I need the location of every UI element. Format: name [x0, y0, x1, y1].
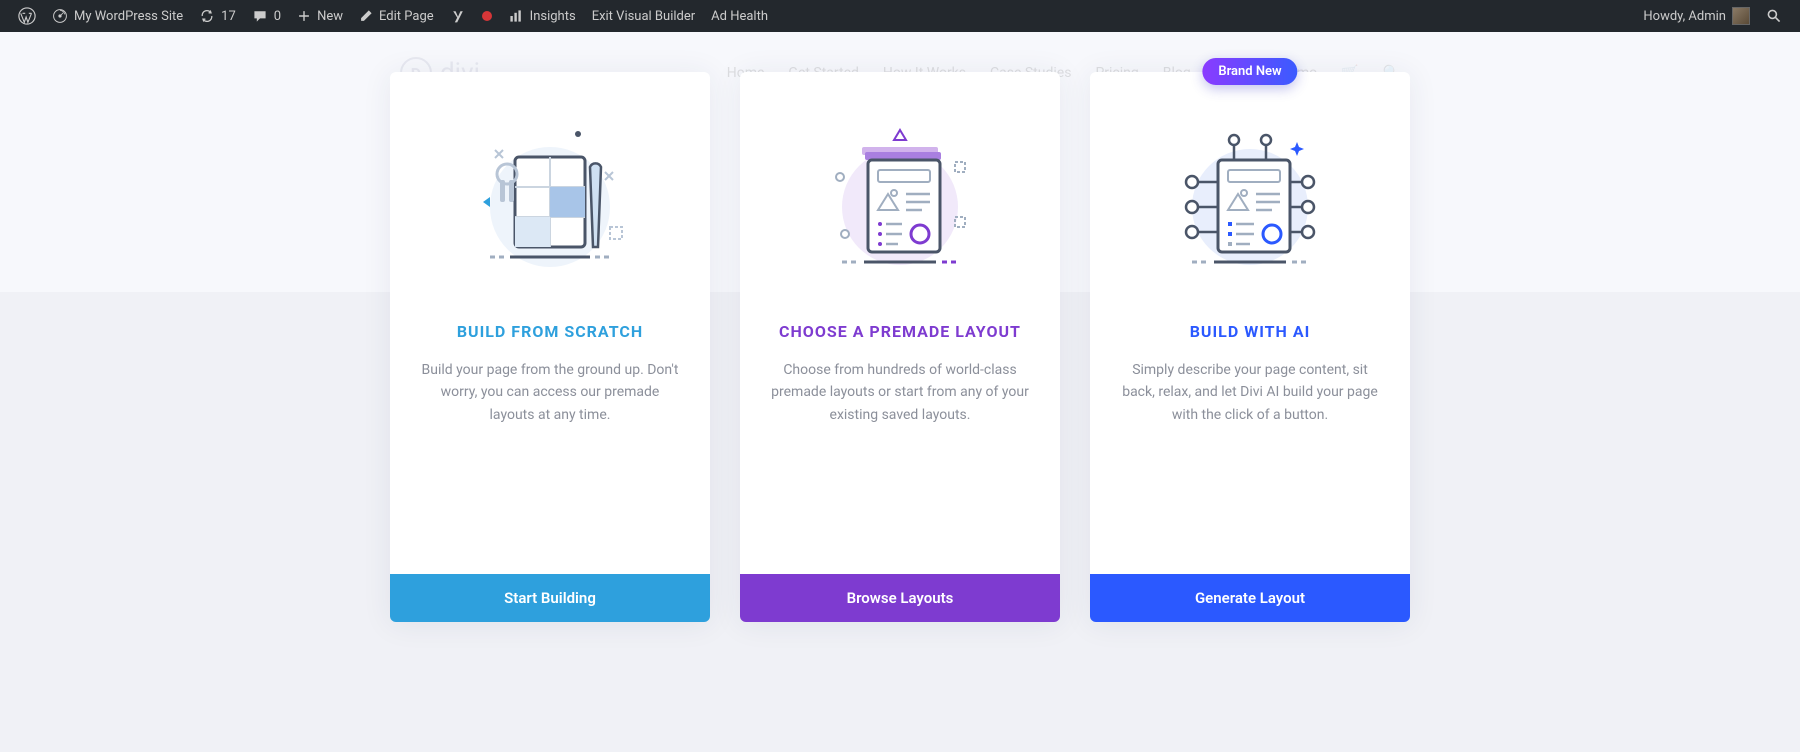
admin-bar-right: Howdy, Admin	[1635, 0, 1790, 32]
browse-layouts-button[interactable]: Browse Layouts	[740, 574, 1060, 622]
button-label: Start Building	[504, 589, 596, 607]
dashboard-icon	[52, 8, 68, 24]
insights-link[interactable]: Insights	[500, 0, 584, 32]
site-name-link[interactable]: My WordPress Site	[44, 0, 191, 32]
new-label: New	[317, 9, 343, 24]
card-description: Simply describe your page content, sit b…	[1120, 359, 1380, 426]
ad-health-link[interactable]: Ad Health	[703, 0, 776, 32]
card-body: BUILD WITH AI Simply describe your page …	[1090, 72, 1410, 574]
card-body: BUILD FROM SCRATCH Build your page from …	[390, 72, 710, 574]
pencil-icon	[359, 9, 373, 23]
card-build-from-scratch: BUILD FROM SCRATCH Build your page from …	[390, 72, 710, 622]
wp-admin-bar: My WordPress Site 17 0 New Edit Page	[0, 0, 1800, 32]
scratch-illustration	[420, 112, 680, 292]
edit-page-link[interactable]: Edit Page	[351, 0, 442, 32]
ai-illustration	[1120, 112, 1380, 292]
start-building-button[interactable]: Start Building	[390, 574, 710, 622]
badge-label: Brand New	[1218, 64, 1281, 79]
page-content: D divi Home Get Started How It Works Cas…	[0, 32, 1800, 752]
button-label: Generate Layout	[1195, 589, 1305, 607]
card-description: Build your page from the ground up. Don'…	[420, 359, 680, 426]
yoast-icon	[450, 8, 466, 24]
updates-link[interactable]: 17	[191, 0, 244, 32]
button-label: Browse Layouts	[847, 589, 954, 607]
card-title: BUILD WITH AI	[1120, 322, 1380, 341]
new-content-link[interactable]: New	[289, 0, 351, 32]
howdy-label: Howdy, Admin	[1643, 9, 1726, 24]
card-title: CHOOSE A PREMADE LAYOUT	[770, 322, 1030, 341]
insights-label: Insights	[530, 9, 576, 24]
generate-layout-button[interactable]: Generate Layout	[1090, 574, 1410, 622]
avatar-icon	[1732, 7, 1750, 25]
card-premade-layout: CHOOSE A PREMADE LAYOUT Choose from hund…	[740, 72, 1060, 622]
brand-new-badge: Brand New	[1202, 58, 1297, 85]
comment-icon	[252, 8, 268, 24]
howdy-account[interactable]: Howdy, Admin	[1635, 0, 1758, 32]
wordpress-icon	[18, 7, 36, 25]
site-name-text: My WordPress Site	[74, 9, 183, 24]
red-dot-icon	[482, 11, 492, 21]
record-indicator[interactable]	[474, 0, 500, 32]
updates-count: 17	[221, 9, 236, 24]
card-body: CHOOSE A PREMADE LAYOUT Choose from hund…	[740, 72, 1060, 574]
card-build-with-ai: Brand New	[1090, 72, 1410, 622]
search-icon	[1766, 8, 1782, 24]
option-cards: BUILD FROM SCRATCH Build your page from …	[370, 72, 1430, 622]
wp-logo[interactable]	[10, 0, 44, 32]
bar-chart-icon	[508, 8, 524, 24]
ad-health-label: Ad Health	[711, 9, 768, 24]
search-toggle[interactable]	[1758, 0, 1790, 32]
exit-builder-label: Exit Visual Builder	[592, 9, 695, 24]
card-description: Choose from hundreds of world-class prem…	[770, 359, 1030, 426]
card-title: BUILD FROM SCRATCH	[420, 322, 680, 341]
update-icon	[199, 8, 215, 24]
comments-count: 0	[274, 9, 281, 24]
comments-link[interactable]: 0	[244, 0, 289, 32]
admin-bar-left: My WordPress Site 17 0 New Edit Page	[10, 0, 776, 32]
plus-icon	[297, 9, 311, 23]
premade-illustration	[770, 112, 1030, 292]
edit-page-label: Edit Page	[379, 9, 434, 24]
exit-visual-builder-link[interactable]: Exit Visual Builder	[584, 0, 703, 32]
yoast-link[interactable]	[442, 0, 474, 32]
